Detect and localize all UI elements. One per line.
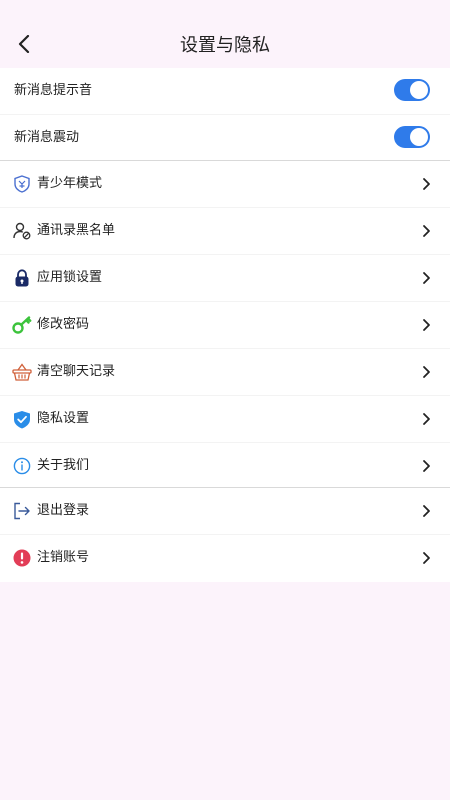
menu-item-label: 关于我们 xyxy=(37,458,90,473)
menu-item-blacklist[interactable]: 通讯录黑名单 xyxy=(0,208,450,255)
sound-toggle[interactable] xyxy=(394,79,430,101)
settings-menu: 青少年模式 通讯录黑名单 应用锁设置 修改密码 清空聊天记录 隐私设置 关于我们 xyxy=(0,161,450,490)
chevron-right-icon xyxy=(423,505,430,517)
menu-item-youth-mode[interactable]: 青少年模式 xyxy=(0,161,450,208)
page-title: 设置与隐私 xyxy=(180,35,270,56)
menu-item-privacy-settings[interactable]: 隐私设置 xyxy=(0,396,450,443)
account-section: 退出登录 注销账号 xyxy=(0,488,450,582)
menu-item-label: 修改密码 xyxy=(37,317,90,332)
menu-item-app-lock[interactable]: 应用锁设置 xyxy=(0,255,450,302)
alert-icon xyxy=(12,548,32,568)
info-icon xyxy=(12,456,32,476)
shield-youth-icon xyxy=(12,174,32,194)
notification-section: 新消息提示音 新消息震动 xyxy=(0,68,450,162)
menu-item-label: 注销账号 xyxy=(37,550,90,565)
toggle-row-sound: 新消息提示音 xyxy=(0,68,450,115)
chevron-right-icon xyxy=(423,272,430,284)
menu-item-label: 青少年模式 xyxy=(37,176,103,191)
menu-item-logout[interactable]: 退出登录 xyxy=(0,488,450,535)
logout-icon xyxy=(12,501,32,521)
toggle-knob xyxy=(410,128,428,146)
sound-label: 新消息提示音 xyxy=(14,83,93,98)
chevron-right-icon xyxy=(423,178,430,190)
menu-item-label: 隐私设置 xyxy=(37,411,90,426)
menu-item-label: 退出登录 xyxy=(37,503,90,518)
shield-check-icon xyxy=(12,409,32,429)
lock-icon xyxy=(12,268,32,288)
menu-item-delete-account[interactable]: 注销账号 xyxy=(0,535,450,582)
basket-icon xyxy=(12,362,32,382)
menu-item-label: 应用锁设置 xyxy=(37,270,103,285)
chevron-right-icon xyxy=(423,460,430,472)
toggle-row-vibrate: 新消息震动 xyxy=(0,115,450,162)
user-block-icon xyxy=(12,221,32,241)
menu-item-clear-chat[interactable]: 清空聊天记录 xyxy=(0,349,450,396)
chevron-right-icon xyxy=(423,319,430,331)
menu-item-change-password[interactable]: 修改密码 xyxy=(0,302,450,349)
chevron-right-icon xyxy=(423,225,430,237)
menu-item-about-us[interactable]: 关于我们 xyxy=(0,443,450,490)
vibrate-toggle[interactable] xyxy=(394,126,430,148)
menu-item-label: 清空聊天记录 xyxy=(37,364,116,379)
chevron-right-icon xyxy=(423,413,430,425)
menu-item-label: 通讯录黑名单 xyxy=(37,223,116,238)
toggle-knob xyxy=(410,81,428,99)
chevron-right-icon xyxy=(423,552,430,564)
vibrate-label: 新消息震动 xyxy=(14,130,80,145)
key-icon xyxy=(12,315,32,335)
header: 设置与隐私 xyxy=(0,0,450,68)
chevron-right-icon xyxy=(423,366,430,378)
